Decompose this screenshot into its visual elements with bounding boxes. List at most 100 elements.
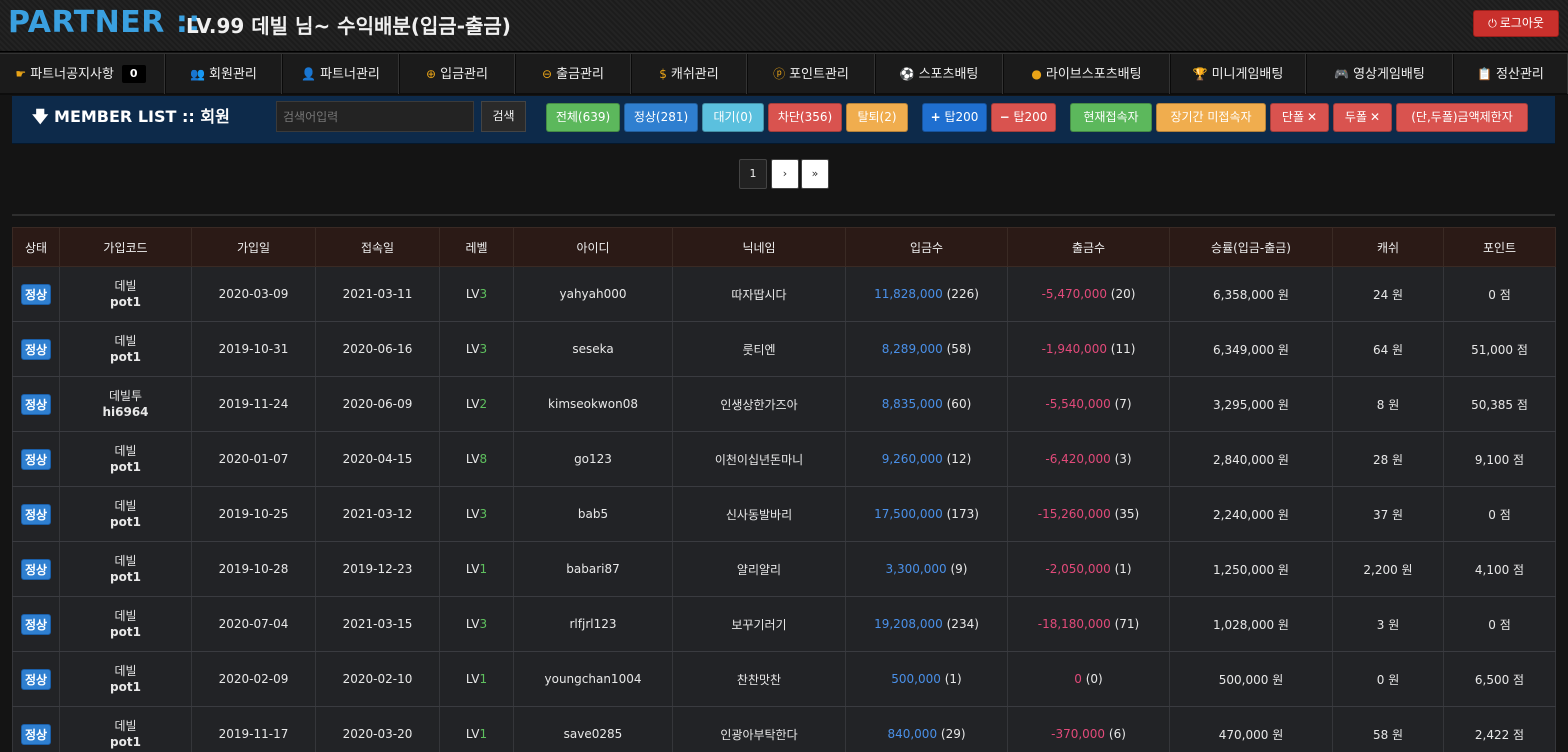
user-id-cell[interactable]: rlfjrl123: [513, 596, 673, 652]
filter-all-button[interactable]: 전체(639): [546, 103, 620, 132]
deposit-amount[interactable]: 11,828,000: [874, 287, 943, 301]
logout-button[interactable]: ⏻ 로그아웃: [1473, 10, 1559, 37]
col-access-date[interactable]: 접속일: [315, 227, 440, 267]
page-next-button[interactable]: ›: [771, 159, 799, 189]
nav-live-sports-betting[interactable]: ● 라이브스포츠배팅: [1003, 54, 1170, 94]
col-point[interactable]: 포인트: [1443, 227, 1556, 267]
withdraw-amount[interactable]: -15,260,000: [1038, 507, 1111, 521]
table-row[interactable]: 정상 데빌 pot1 2019-10-25 2021-03-12 LV3 bab5 신사동발바…: [12, 486, 1556, 542]
withdraw-amount[interactable]: -18,180,000: [1038, 617, 1111, 631]
nickname-cell: 얄리얄리: [672, 541, 846, 597]
nav-member-management[interactable]: 👥 회원관리: [165, 54, 282, 94]
status-badge[interactable]: 정상: [20, 393, 52, 415]
withdraw-amount[interactable]: -6,420,000: [1045, 452, 1110, 466]
withdraw-amount[interactable]: -5,470,000: [1042, 287, 1107, 301]
filter-waiting-button[interactable]: 대기(0): [702, 103, 764, 132]
arrow-down-icon: 🡇: [32, 107, 49, 126]
nav-deposit-management[interactable]: ⊕ 입금관리: [399, 54, 515, 94]
col-cash[interactable]: 캐쉬: [1332, 227, 1444, 267]
table-row[interactable]: 정상 데빌 pot1 2019-11-17 2020-03-20 LV1 save0285 인…: [12, 706, 1556, 752]
deposit-amount[interactable]: 17,500,000: [874, 507, 943, 521]
top200-minus-button[interactable]: − 탑200: [991, 103, 1056, 132]
withdraw-amount[interactable]: -2,050,000: [1045, 562, 1110, 576]
double-bet-button[interactable]: 두폴 ✕: [1333, 103, 1392, 132]
online-users-button[interactable]: 현재접속자: [1070, 103, 1152, 132]
status-badge[interactable]: 정상: [20, 503, 52, 525]
nav-settlement-management[interactable]: 📋 정산관리: [1453, 54, 1568, 94]
user-id-cell[interactable]: youngchan1004: [513, 651, 673, 707]
single-bet-button[interactable]: 단폴 ✕: [1270, 103, 1329, 132]
status-badge[interactable]: 정상: [20, 338, 52, 360]
withdraw-amount[interactable]: -5,540,000: [1045, 397, 1110, 411]
user-id-cell[interactable]: save0285: [513, 706, 673, 752]
filter-blocked-button[interactable]: 차단(356): [768, 103, 842, 132]
status-badge[interactable]: 정상: [20, 668, 52, 690]
status-badge[interactable]: 정상: [20, 283, 52, 305]
search-input[interactable]: [276, 101, 474, 132]
deposit-amount[interactable]: 500,000: [891, 672, 941, 686]
col-deposit[interactable]: 입금수: [845, 227, 1008, 267]
col-user-id[interactable]: 아이디: [513, 227, 673, 267]
withdraw-cell: -1,940,000 (11): [1007, 321, 1170, 377]
col-withdraw[interactable]: 출금수: [1007, 227, 1170, 267]
col-join-code[interactable]: 가입코드: [59, 227, 192, 267]
deposit-amount[interactable]: 19,208,000: [874, 617, 943, 631]
top200-plus-button[interactable]: + 탑200: [922, 103, 987, 132]
deposit-amount[interactable]: 9,260,000: [882, 452, 943, 466]
col-nickname[interactable]: 닉네임: [672, 227, 846, 267]
amount-limit-button[interactable]: (단,두폴)금액제한자: [1396, 103, 1528, 132]
status-cell: 정상: [12, 266, 60, 322]
status-badge[interactable]: 정상: [20, 558, 52, 580]
page-last-button[interactable]: »: [801, 159, 829, 189]
nav-point-management[interactable]: ⓟ 포인트관리: [747, 54, 875, 94]
table-row[interactable]: 정상 데빌 pot1 2020-02-09 2020-02-10 LV1 youngchan…: [12, 651, 1556, 707]
point-cell: 4,100 점: [1443, 541, 1556, 597]
nav-minigame-betting[interactable]: 🏆 미니게임배팅: [1170, 54, 1306, 94]
user-id-cell[interactable]: babari87: [513, 541, 673, 597]
deposit-amount[interactable]: 840,000: [887, 727, 937, 741]
status-badge[interactable]: 정상: [20, 723, 52, 745]
col-profit[interactable]: 승률(입금-출금): [1169, 227, 1333, 267]
filter-withdrawn-button[interactable]: 탈퇴(2): [846, 103, 908, 132]
withdraw-amount[interactable]: -370,000: [1051, 727, 1105, 741]
page-1-button[interactable]: 1: [739, 159, 767, 189]
status-badge[interactable]: 정상: [20, 448, 52, 470]
deposit-amount[interactable]: 8,835,000: [882, 397, 943, 411]
withdraw-amount[interactable]: -1,940,000: [1042, 342, 1107, 356]
deposit-amount[interactable]: 3,300,000: [886, 562, 947, 576]
col-status[interactable]: 상태: [12, 227, 60, 267]
nav-partner-notice[interactable]: ☛ 파트너공지사항 0: [0, 54, 165, 94]
user-plus-icon: 👤: [301, 67, 317, 81]
user-id-cell[interactable]: kimseokwon08: [513, 376, 673, 432]
table-row[interactable]: 정상 데빌 pot1 2020-07-04 2021-03-15 LV3 rlfjrl123…: [12, 596, 1556, 652]
nav-withdraw-management[interactable]: ⊖ 출금관리: [515, 54, 631, 94]
level-number: 3: [479, 617, 488, 631]
long-absent-button[interactable]: 장기간 미접속자: [1156, 103, 1266, 132]
nav-video-game-betting[interactable]: 🎮 영상게임배팅: [1306, 54, 1453, 94]
withdraw-cell: -5,470,000 (20): [1007, 266, 1170, 322]
user-id-cell[interactable]: yahyah000: [513, 266, 673, 322]
table-row[interactable]: 정상 데빌 pot1 2020-01-07 2020-04-15 LV8 go123 이천이십…: [12, 431, 1556, 487]
filter-normal-button[interactable]: 정상(281): [624, 103, 698, 132]
profit-cell: 2,240,000 원: [1169, 486, 1333, 542]
col-join-date[interactable]: 가입일: [191, 227, 316, 267]
join-date-cell: 2020-03-09: [191, 266, 316, 322]
user-id-cell[interactable]: go123: [513, 431, 673, 487]
nav-cash-management[interactable]: $ 캐쉬관리: [631, 54, 747, 94]
nav-sports-betting[interactable]: ⚽ 스포츠배팅: [875, 54, 1003, 94]
table-row[interactable]: 정상 데빌투 hi6964 2019-11-24 2020-06-09 LV2 kimseo…: [12, 376, 1556, 432]
search-button[interactable]: 검색: [481, 101, 526, 132]
status-badge[interactable]: 정상: [20, 613, 52, 635]
nickname-cell: 따자땁시다: [672, 266, 846, 322]
user-id-cell[interactable]: seseka: [513, 321, 673, 377]
table-row[interactable]: 정상 데빌 pot1 2019-10-28 2019-12-23 LV1 babari87 얄…: [12, 541, 1556, 597]
deposit-amount[interactable]: 8,289,000: [882, 342, 943, 356]
level-cell: LV1: [439, 541, 514, 597]
user-id-cell[interactable]: bab5: [513, 486, 673, 542]
nav-partner-management[interactable]: 👤 파트너관리: [282, 54, 399, 94]
partner-name: 데빌: [114, 554, 137, 568]
withdraw-amount[interactable]: 0: [1074, 672, 1082, 686]
col-level[interactable]: 레벨: [439, 227, 514, 267]
table-row[interactable]: 정상 데빌 pot1 2020-03-09 2021-03-11 LV3 yahyah000…: [12, 266, 1556, 322]
table-row[interactable]: 정상 데빌 pot1 2019-10-31 2020-06-16 LV3 seseka 룻티엔…: [12, 321, 1556, 377]
